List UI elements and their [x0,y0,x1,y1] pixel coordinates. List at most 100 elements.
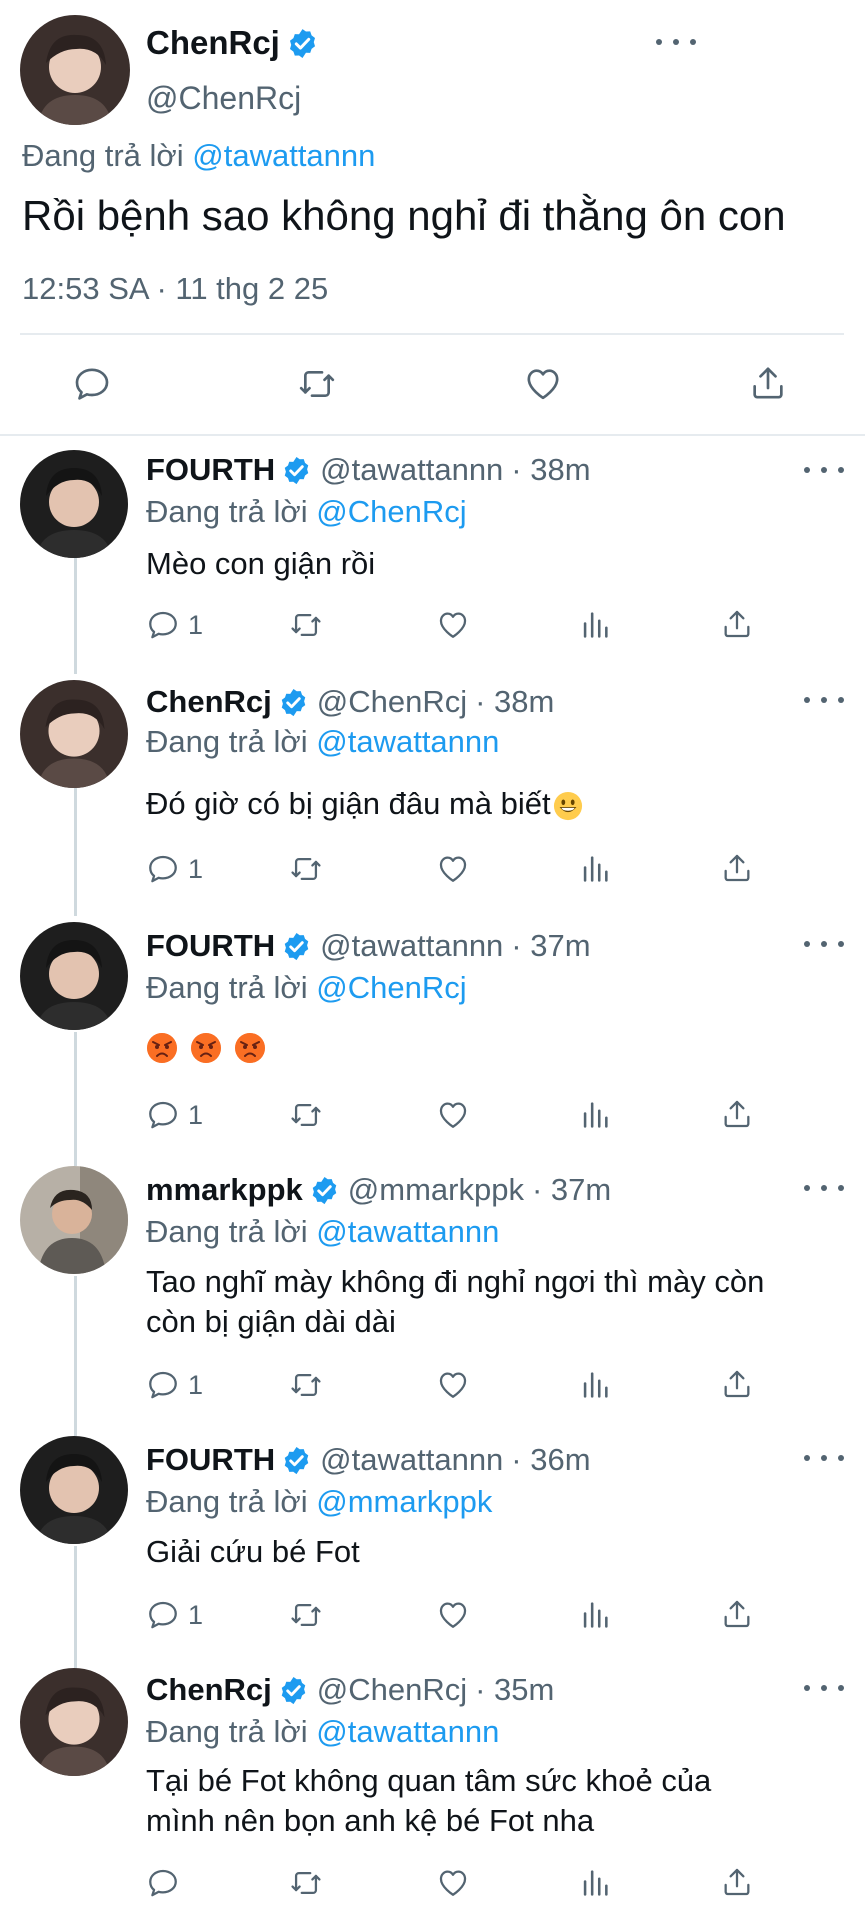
more-icon[interactable] [804,460,844,480]
replying-prefix: Đang trả lời [146,1714,308,1749]
share-button[interactable] [720,1596,754,1632]
replying-prefix: Đang trả lời [146,1214,308,1249]
like-button[interactable] [435,1598,471,1632]
reply-count: 1 [188,1099,204,1130]
views-button[interactable] [578,1098,612,1132]
share-button[interactable] [720,1096,754,1132]
reply-button[interactable]: 1 [146,1368,203,1402]
views-button[interactable] [578,1598,612,1632]
retweet-button[interactable] [288,1098,324,1132]
tweet-timestamp[interactable]: 12:53 SA · 11 thg 2 25 [22,271,328,307]
replying-mention[interactable]: @tawattannn [192,138,375,173]
verified-badge-icon [278,687,309,718]
reply-time[interactable]: · 38m [475,684,554,720]
reply-text: Giải cứu bé Fot [146,1534,360,1569]
more-icon[interactable] [804,1178,844,1198]
more-icon[interactable] [804,934,844,954]
like-button[interactable] [435,1368,471,1402]
avatar-chenrcj[interactable] [20,680,128,788]
views-button[interactable] [578,1866,612,1900]
reply-author-name[interactable]: FOURTH [146,928,275,964]
author-name-text[interactable]: ChenRcj [146,24,280,62]
share-button[interactable] [720,1864,754,1900]
views-button[interactable] [578,1368,612,1402]
replying-to: Đang trả lời @tawattannn [22,138,375,174]
more-icon[interactable] [804,690,844,710]
retweet-button[interactable] [288,852,324,886]
share-icon [724,1100,750,1128]
reply-time[interactable]: · 35m [475,1672,554,1708]
reply-text: Tại bé Fot không quan tâm sức khoẻ của m… [146,1761,846,1841]
like-button[interactable] [435,1098,471,1132]
more-icon[interactable] [656,32,696,52]
reply-author-handle[interactable]: @tawattannn [320,928,503,964]
replying-prefix: Đang trả lời [22,138,184,173]
reply-author-handle[interactable]: @ChenRcj [317,1672,467,1708]
replying-mention[interactable]: @tawattannn [316,724,499,759]
reply-author-handle[interactable]: @tawattannn [320,1442,503,1478]
verified-badge-icon [309,1175,340,1206]
views-button[interactable] [578,608,612,642]
reply-author-name[interactable]: FOURTH [146,1442,275,1478]
retweet-icon [291,1603,321,1627]
like-button[interactable] [435,1866,471,1900]
like-button[interactable] [435,608,471,642]
reply-text-line: mình nên bọn anh kệ bé Fot nha [146,1803,595,1838]
reply-time[interactable]: · 37m [532,1172,611,1208]
reply-button[interactable]: 1 [146,852,203,886]
reply-author-name[interactable]: ChenRcj [146,1672,272,1708]
reply-author-name[interactable]: ChenRcj [146,684,272,720]
retweet-button[interactable] [288,1866,324,1900]
more-icon[interactable] [804,1678,844,1698]
reply-time[interactable]: · 37m [511,928,590,964]
share-button[interactable] [720,606,754,642]
heart-icon [527,369,559,400]
avatar-mmarkppk[interactable] [20,1166,128,1274]
reply-time[interactable]: · 36m [511,1442,590,1478]
retweet-icon [299,371,335,397]
avatar-chenrcj[interactable] [20,15,130,125]
like-button[interactable] [522,364,564,404]
thread-line [74,1546,77,1670]
reply-author-handle[interactable]: @mmarkppk [348,1172,524,1208]
reply-button[interactable] [146,1866,188,1900]
reply-author-name[interactable]: FOURTH [146,452,275,488]
reply-author-handle[interactable]: @tawattannn [320,452,503,488]
author-handle[interactable]: @ChenRcj [146,80,301,117]
views-button[interactable] [578,852,612,886]
reply-button[interactable] [72,364,112,404]
retweet-icon [291,1373,321,1397]
author-name[interactable]: ChenRcj [146,24,319,62]
share-button[interactable] [720,850,754,886]
reply-button[interactable]: 1 [146,608,203,642]
retweet-button[interactable] [288,1598,324,1632]
views-icon [583,612,608,638]
reply-button[interactable]: 1 [146,1098,203,1132]
reply-author-name[interactable]: mmarkppk [146,1172,303,1208]
reply-time[interactable]: · 38m [511,452,590,488]
like-button[interactable] [435,852,471,886]
thread-line [74,1276,77,1436]
retweet-button[interactable] [296,364,338,404]
angry-face-emoji-icon [190,1032,222,1064]
reply-header: mmarkppk @mmarkppk · 37m [146,1172,611,1208]
replying-mention[interactable]: @ChenRcj [316,494,466,529]
more-icon[interactable] [804,1448,844,1468]
retweet-button[interactable] [288,1368,324,1402]
reply-header: ChenRcj @ChenRcj · 38m [146,684,554,720]
retweet-button[interactable] [288,608,324,642]
share-button[interactable] [748,362,788,404]
heart-icon [439,1372,467,1398]
replying-mention[interactable]: @tawattannn [316,1214,499,1249]
avatar-fourth[interactable] [20,922,128,1030]
avatar-chenrcj[interactable] [20,1668,128,1776]
replying-mention[interactable]: @mmarkppk [316,1484,492,1519]
avatar-fourth[interactable] [20,1436,128,1544]
reply-author-handle[interactable]: @ChenRcj [317,684,467,720]
reply-text-line: còn bị giận dài dài [146,1304,396,1339]
share-button[interactable] [720,1366,754,1402]
replying-mention[interactable]: @tawattannn [316,1714,499,1749]
reply-button[interactable]: 1 [146,1598,203,1632]
replying-mention[interactable]: @ChenRcj [316,970,466,1005]
avatar-fourth[interactable] [20,450,128,558]
